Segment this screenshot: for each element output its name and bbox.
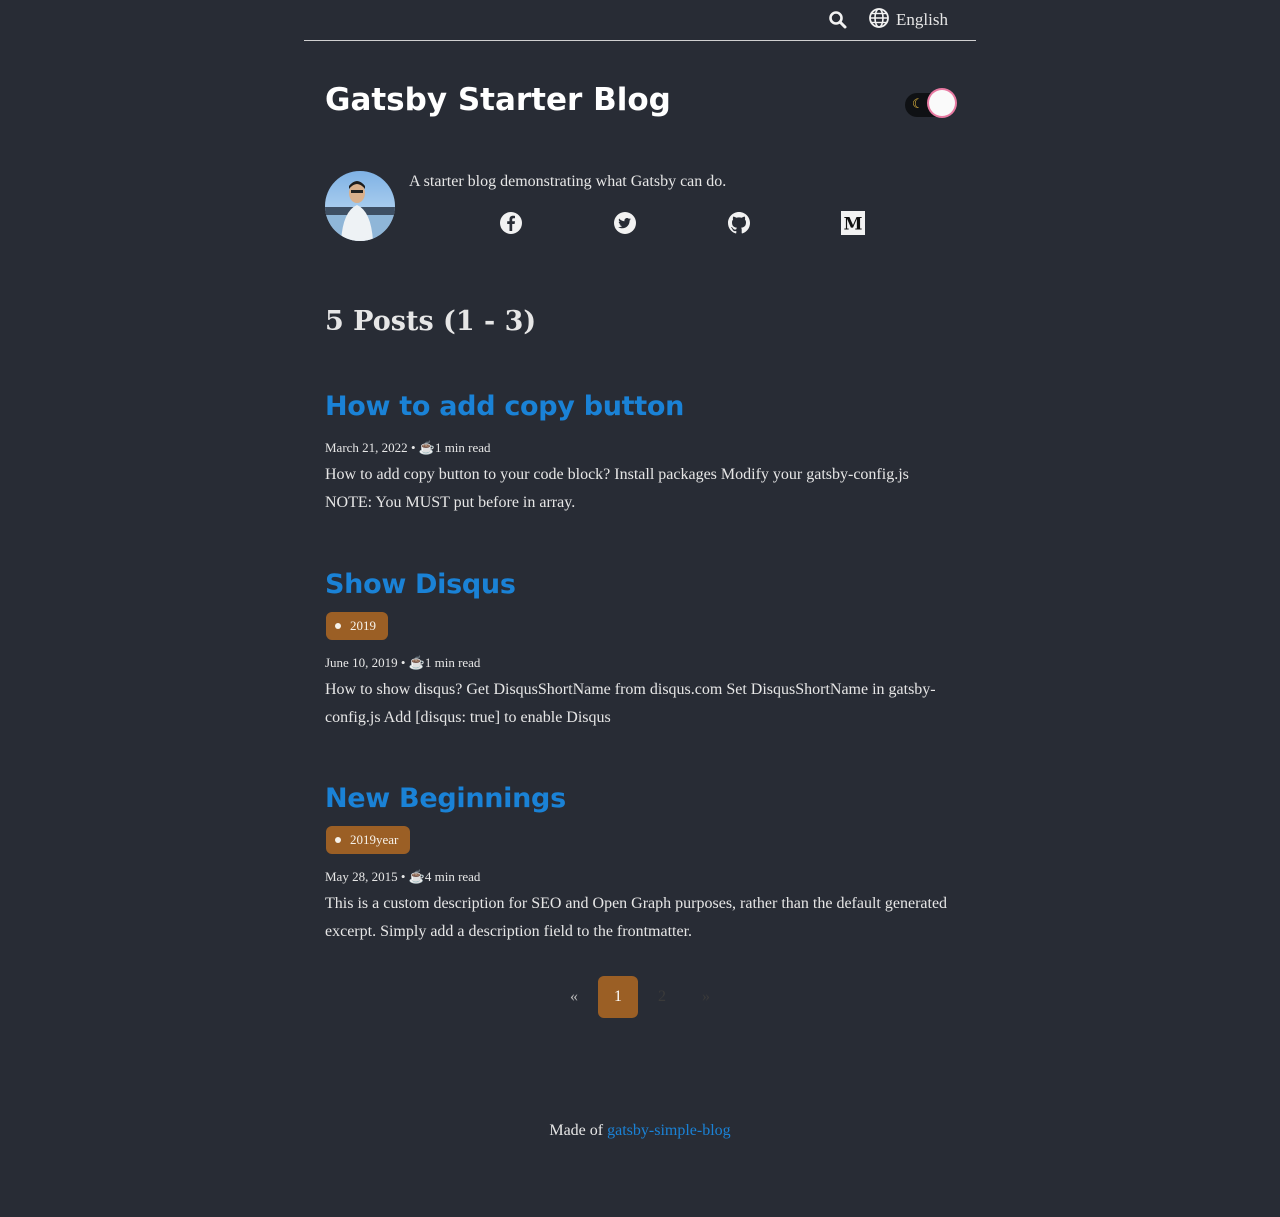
medium-icon[interactable]: M <box>841 211 865 235</box>
language-selector[interactable]: English <box>868 6 948 34</box>
read-time: 1 min read <box>434 440 491 455</box>
footer: Made of gatsby-simple-blog <box>0 1122 1280 1140</box>
post-date: June 10, 2019 <box>325 655 398 670</box>
post-title[interactable]: New Beginnings <box>325 783 566 814</box>
footer-link[interactable]: gatsby-simple-blog <box>607 1122 731 1139</box>
moon-icon: ☾ <box>912 96 924 111</box>
theme-toggle[interactable]: ☾ <box>905 90 957 118</box>
post-excerpt: This is a custom description for SEO and… <box>325 890 955 946</box>
pagination-prev[interactable]: « <box>558 976 590 1018</box>
posts-count-heading: 5 Posts (1 - 3) <box>325 306 537 337</box>
twitter-icon[interactable] <box>613 211 637 235</box>
post-excerpt: How to add copy button to your code bloc… <box>325 461 955 517</box>
post-excerpt: How to show disqus? Get DisqusShortName … <box>325 676 955 732</box>
avatar <box>325 171 395 241</box>
excerpt-line: This is a custom description for SEO and… <box>325 895 948 912</box>
pagination-next[interactable]: » <box>690 976 722 1018</box>
post-tag[interactable]: 2019 <box>326 612 388 640</box>
excerpt-line: How to add copy button to your code bloc… <box>325 466 909 483</box>
tag-label: 2019year <box>350 832 399 847</box>
coffee-icon: ☕ <box>408 869 425 884</box>
excerpt-line: excerpt. Simply add a description field … <box>325 923 693 940</box>
coffee-icon: ☕ <box>408 655 425 670</box>
post-meta: March 21, 2022 • ☕1 min read <box>325 440 491 456</box>
tag-label: 2019 <box>350 618 376 633</box>
separator-dot: • <box>410 440 419 455</box>
pagination: « 1 2 » <box>0 976 1280 1018</box>
github-icon[interactable] <box>727 211 751 235</box>
search-icon[interactable] <box>828 10 848 30</box>
coffee-icon: ☕ <box>418 440 435 455</box>
facebook-icon[interactable] <box>499 211 523 235</box>
svg-text:M: M <box>844 215 863 235</box>
post-tag[interactable]: 2019year <box>326 826 411 854</box>
pagination-page-2[interactable]: 2 <box>642 976 682 1018</box>
excerpt-line: config.js Add [disqus: true] to enable D… <box>325 709 611 726</box>
bio-description: A starter blog demonstrating what Gatsby… <box>409 173 727 190</box>
post-date: March 21, 2022 <box>325 440 408 455</box>
excerpt-line: NOTE: You MUST put before in array. <box>325 494 576 511</box>
tag-dot-icon <box>335 837 341 843</box>
toggle-thumb <box>929 90 955 116</box>
separator-dot: • <box>400 655 409 670</box>
separator-dot: • <box>400 869 409 884</box>
post-title[interactable]: How to add copy button <box>325 391 684 422</box>
read-time: 1 min read <box>424 655 481 670</box>
post-meta: May 28, 2015 • ☕4 min read <box>325 869 480 885</box>
post-meta: June 10, 2019 • ☕1 min read <box>325 655 480 671</box>
excerpt-line: How to show disqus? Get DisqusShortName … <box>325 681 936 698</box>
pagination-page-1[interactable]: 1 <box>598 976 638 1018</box>
footer-prefix: Made of <box>549 1122 604 1139</box>
post-date: May 28, 2015 <box>325 869 398 884</box>
post-title[interactable]: Show Disqus <box>325 569 516 600</box>
blog-title[interactable]: Gatsby Starter Blog <box>325 82 671 118</box>
tag-dot-icon <box>335 623 341 629</box>
globe-icon <box>868 7 890 34</box>
read-time: 4 min read <box>424 869 481 884</box>
language-label: English <box>896 10 948 29</box>
